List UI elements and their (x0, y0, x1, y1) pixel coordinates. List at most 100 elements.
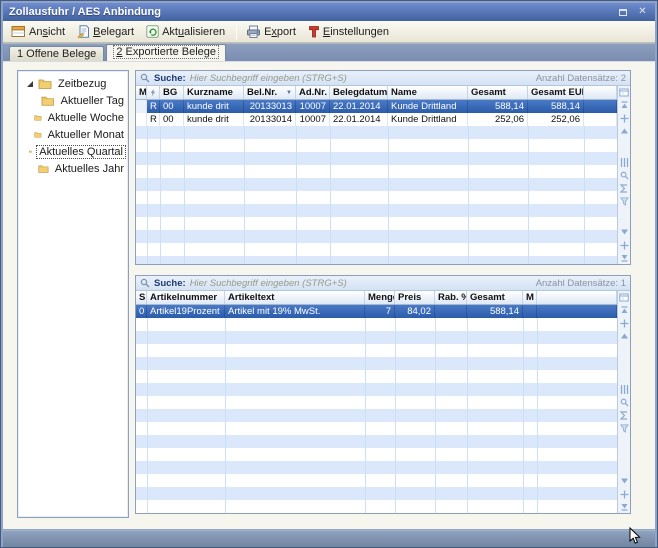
column-chooser-icon (619, 88, 629, 97)
search-icon (620, 171, 629, 180)
filter-button[interactable] (619, 196, 630, 206)
export-icon (246, 25, 261, 38)
folder-closed-icon (41, 95, 54, 106)
search-icon (140, 73, 150, 83)
time-filter-tree: Zeitbezug Aktueller Tag Aktuelle Woche A… (17, 70, 129, 518)
close-button[interactable]: ✕ (636, 6, 649, 18)
search-placeholder[interactable]: Hier Suchbegriff eingeben (STRG+S) (190, 278, 347, 289)
filter-icon (620, 197, 629, 206)
folder-closed-icon (34, 129, 42, 140)
filter-button[interactable] (619, 423, 630, 433)
empty-rows-area (136, 318, 617, 513)
tab-offene-belege-label: 1 Offene Belege (17, 48, 96, 60)
scroll-down-button[interactable] (619, 489, 630, 499)
search-placeholder[interactable]: Hier Suchbegriff eingeben (STRG+S) (190, 73, 347, 84)
column-header-preis[interactable]: Preis (395, 291, 435, 304)
sum-icon (620, 184, 628, 193)
export-button[interactable]: Export (242, 23, 302, 40)
tab-offene-belege[interactable]: 1 Offene Belege (9, 46, 104, 61)
scroll-up-button[interactable] (619, 113, 630, 123)
columns-button[interactable] (619, 157, 630, 167)
column-header-adnr[interactable]: Ad.Nr. (296, 86, 330, 99)
item-row-selected[interactable]: 0 Artikel19Prozent Artikel mit 19% MwSt.… (136, 305, 617, 318)
grid-search-button[interactable] (619, 397, 630, 407)
columns-button[interactable] (619, 384, 630, 394)
settings-icon (308, 25, 320, 38)
tab-exportierte-belege[interactable]: 2 Exportierte Belege (106, 44, 226, 61)
tree-item-aktuelle-woche[interactable]: Aktuelle Woche (20, 109, 126, 126)
row-up-button[interactable] (619, 331, 630, 341)
tab-exportierte-belege-label: 2 Exportierte Belege (114, 46, 218, 58)
scroll-top-icon (620, 101, 629, 109)
expander-expanded-icon[interactable] (26, 80, 34, 88)
documents-search-bar[interactable]: Suche: Hier Suchbegriff eingeben (STRG+S… (136, 71, 630, 86)
scroll-bottom-button[interactable] (619, 502, 630, 512)
column-header-gesamt-eur[interactable]: Gesamt EUR (528, 86, 584, 99)
scroll-down-icon (620, 241, 629, 250)
sum-button[interactable] (619, 410, 630, 420)
tree-root-zeitbezug[interactable]: Zeitbezug (20, 75, 126, 92)
row-up-button[interactable] (619, 126, 630, 136)
column-header-menge[interactable]: Menge (365, 291, 395, 304)
einstellungen-button[interactable]: Einstellungen (304, 23, 395, 40)
column-header-s[interactable]: S (136, 291, 147, 304)
folder-open-icon (29, 146, 33, 157)
column-header-belnr[interactable]: Bel.Nr.▼ (244, 86, 296, 99)
tree-item-aktueller-monat[interactable]: Aktueller Monat (20, 126, 126, 143)
column-header-m[interactable]: M (523, 291, 537, 304)
column-header-bg[interactable]: BG (160, 86, 184, 99)
refresh-icon (146, 25, 159, 38)
column-header-m[interactable]: M (136, 86, 147, 99)
column-header-status[interactable] (147, 86, 160, 99)
belegart-button[interactable]: Belegart (73, 23, 140, 40)
restore-button[interactable] (616, 6, 629, 18)
row-down-button[interactable] (619, 227, 630, 237)
tree-item-aktuelles-quartal[interactable]: Aktuelles Quartal (20, 143, 126, 160)
column-header-kurzname[interactable]: Kurzname (184, 86, 244, 99)
folder-closed-icon (38, 78, 52, 89)
column-header-belegdatum[interactable]: Belegdatum (330, 86, 388, 99)
sum-button[interactable] (619, 183, 630, 193)
grid-search-button[interactable] (619, 170, 630, 180)
ansicht-button[interactable]: Ansicht (7, 23, 71, 40)
tree-item-aktuelles-jahr[interactable]: Aktuelles Jahr (20, 160, 126, 177)
items-grid: Suche: Hier Suchbegriff eingeben (STRG+S… (135, 275, 631, 514)
document-row[interactable]: R 00 kunde drit 20133014 10007 22.01.201… (136, 113, 617, 126)
scroll-top-button[interactable] (619, 100, 630, 110)
column-header-gesamt[interactable]: Gesamt (467, 291, 523, 304)
scroll-bottom-button[interactable] (619, 253, 630, 263)
title-bar[interactable]: Zollausfuhr / AES Anbindung ✕ (3, 3, 655, 21)
scroll-up-button[interactable] (619, 318, 630, 328)
column-header-name[interactable]: Name (388, 86, 468, 99)
aktualisieren-button[interactable]: Aktualisieren (142, 23, 231, 40)
column-header-rabatt[interactable]: Rab. % (435, 291, 467, 304)
column-header-gesamt[interactable]: Gesamt (468, 86, 528, 99)
document-row-selected[interactable]: R 00 kunde drit 20133013 10007 22.01.201… (136, 100, 617, 113)
documents-grid-rail (617, 86, 630, 264)
scroll-top-icon (620, 306, 629, 314)
tree-item-label: Aktueller Monat (46, 129, 126, 141)
items-header-row: S Artikelnummer Artikeltext Menge Preis … (136, 291, 617, 305)
folder-closed-icon (34, 112, 42, 123)
scroll-top-button[interactable] (619, 305, 630, 315)
record-count: Anzahl Datensätze: 1 (536, 278, 626, 289)
tree-item-label: Zeitbezug (56, 78, 108, 90)
folder-closed-icon (38, 163, 49, 174)
export-label: Export (264, 26, 296, 38)
window-title: Zollausfuhr / AES Anbindung (9, 6, 161, 18)
tree-item-label: Aktueller Tag (59, 95, 126, 107)
column-header-artikelnummer[interactable]: Artikelnummer (147, 291, 225, 304)
column-chooser-button[interactable] (619, 87, 630, 97)
view-icon (11, 25, 26, 38)
lightning-icon (150, 88, 156, 97)
search-icon (140, 278, 150, 288)
belegart-label: Belegart (93, 26, 134, 38)
tree-item-aktueller-tag[interactable]: Aktueller Tag (20, 92, 126, 109)
search-label: Suche: (154, 278, 186, 289)
restore-icon (619, 9, 627, 16)
scroll-down-button[interactable] (619, 240, 630, 250)
column-header-artikeltext[interactable]: Artikeltext (225, 291, 365, 304)
row-down-button[interactable] (619, 476, 630, 486)
column-chooser-button[interactable] (619, 292, 630, 302)
items-search-bar[interactable]: Suche: Hier Suchbegriff eingeben (STRG+S… (136, 276, 630, 291)
